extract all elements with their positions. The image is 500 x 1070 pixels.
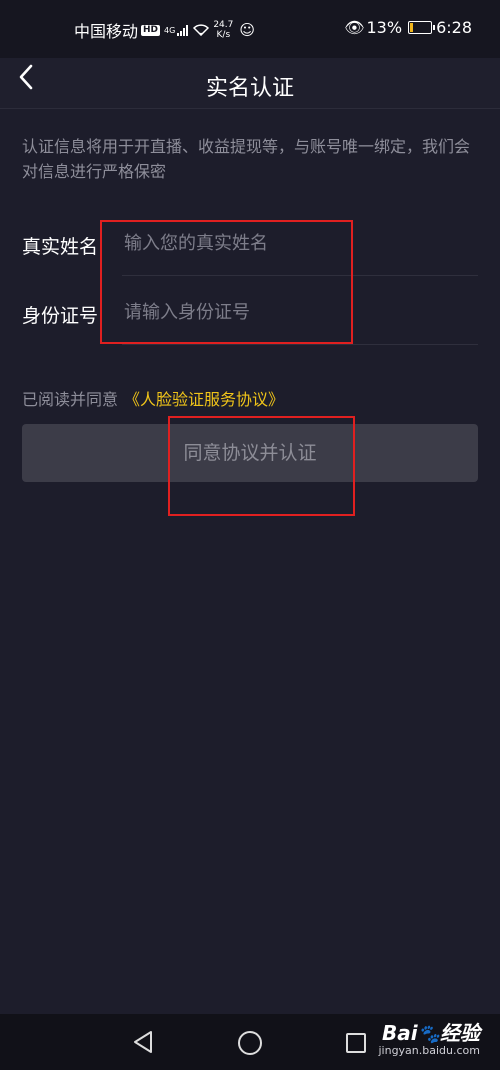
carrier-label: 中国移动: [74, 22, 139, 41]
watermark-brand-right: 经验: [440, 1021, 480, 1045]
battery-percent: 13%: [366, 18, 403, 37]
network-speed: 24.7 K/s: [213, 20, 233, 40]
network-type-label: 4G: [164, 25, 176, 35]
watermark-brand-left: Bai: [381, 1021, 418, 1045]
battery-icon: [408, 21, 436, 34]
speed-unit: K/s: [216, 30, 231, 40]
status-bar: 中国移动 HD 4G 24.7 K/s ☺ 👁 13% 6:28: [0, 0, 500, 58]
agreement-line: 已阅读并同意 《人脸验证服务协议》: [22, 386, 284, 410]
page-title: 实名认证: [205, 76, 294, 101]
divider: [122, 275, 478, 276]
emoji-face-icon: ☺: [239, 21, 256, 39]
divider: [122, 344, 478, 345]
speed-value: 24.7: [213, 20, 234, 30]
nav-back-icon[interactable]: [132, 1030, 154, 1054]
watermark-brand: Bai🐾经验: [378, 1017, 480, 1046]
hd-icon: HD: [141, 24, 161, 36]
paw-icon: 🐾: [417, 1024, 440, 1045]
id-number-row: 身份证号: [22, 279, 478, 345]
nav-recents-icon[interactable]: [346, 1033, 366, 1053]
verification-notice: 认证信息将用于开直播、收益提现等，与账号唯一绑定，我们会对信息进行严格保密: [22, 137, 471, 181]
signal-icon: [177, 24, 189, 36]
watermark-url: jingyan.baidu.com: [378, 1044, 480, 1057]
agreement-prefix: 已阅读并同意: [22, 390, 119, 409]
real-name-input[interactable]: [122, 222, 476, 264]
real-name-label: 真实姓名: [22, 236, 99, 258]
baidu-jingyan-watermark: Bai🐾经验 jingyan.baidu.com: [378, 1017, 480, 1057]
id-number-label: 身份证号: [22, 305, 99, 327]
status-right: 👁 13% 6:28: [344, 18, 472, 37]
agree-and-verify-button[interactable]: 同意协议并认证: [22, 424, 478, 482]
clock: 6:28: [436, 18, 472, 37]
status-left: 中国移动 HD 4G 24.7 K/s ☺: [74, 18, 255, 42]
nav-header: 实名认证: [0, 58, 500, 109]
id-number-input[interactable]: [122, 291, 476, 333]
real-name-row: 真实姓名: [22, 210, 478, 276]
eye-comfort-icon: 👁: [344, 18, 365, 37]
agreement-link[interactable]: 《人脸验证服务协议》: [124, 390, 284, 409]
wifi-icon: [193, 24, 210, 36]
nav-home-icon[interactable]: [238, 1031, 262, 1055]
